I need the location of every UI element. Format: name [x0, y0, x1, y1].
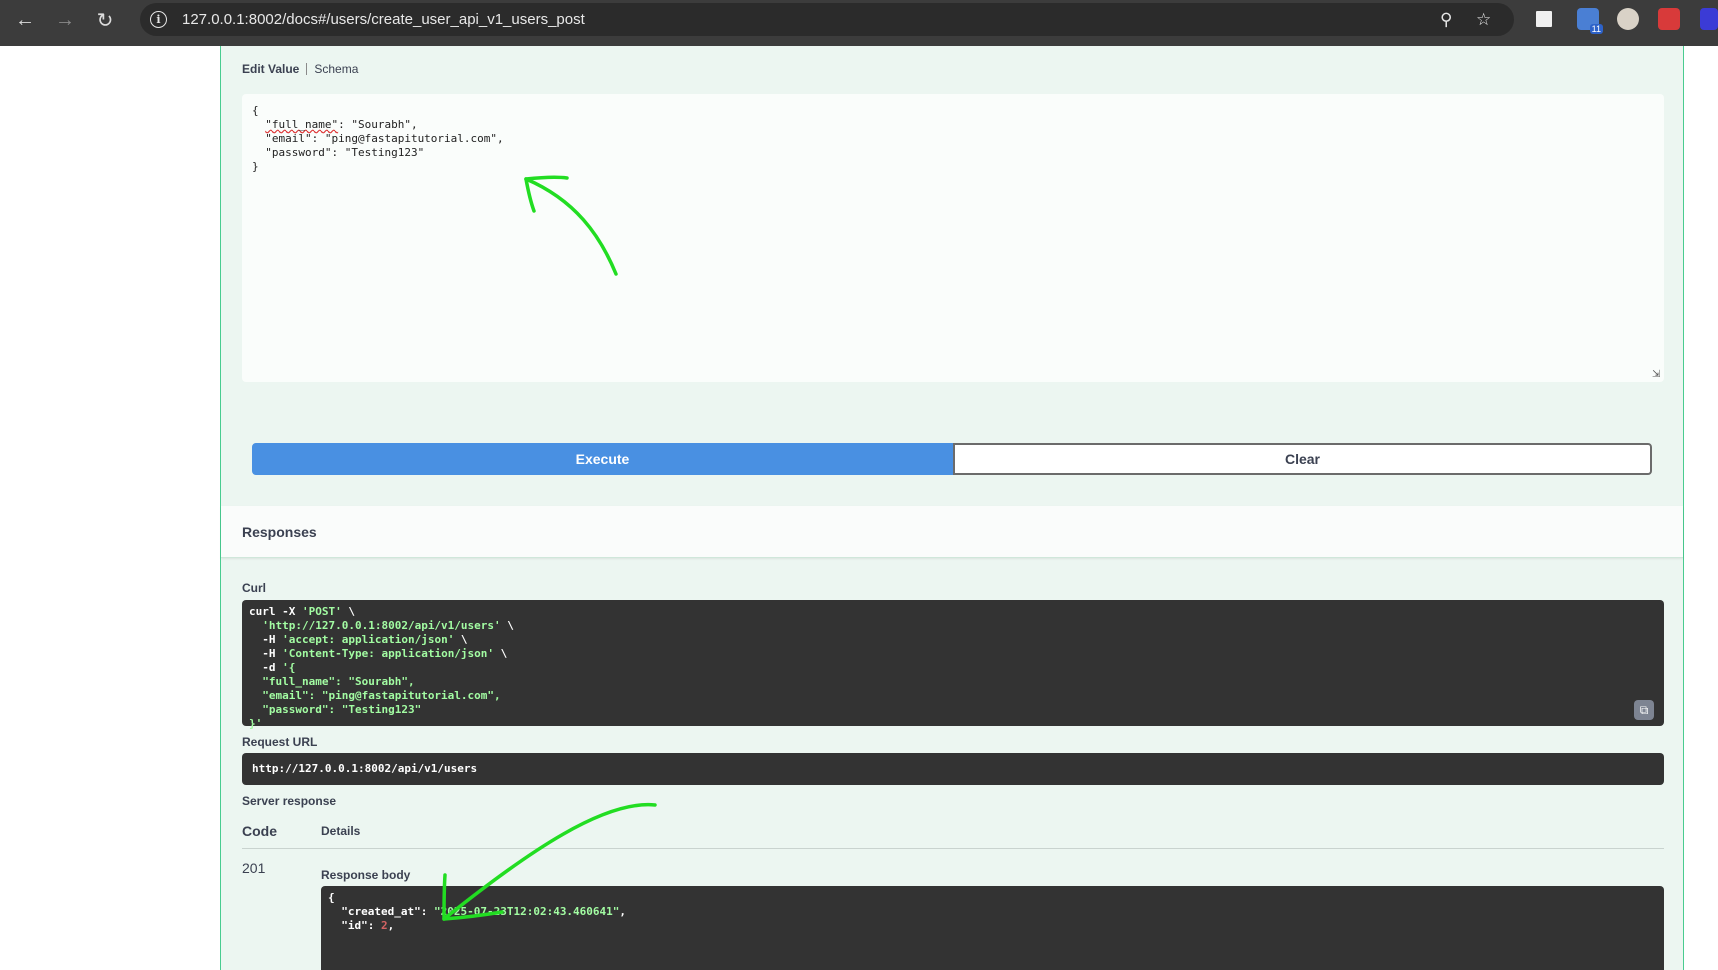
json-brace: {: [328, 891, 335, 904]
tab-divider: [306, 63, 308, 75]
curl-code-block[interactable]: curl -X 'POST' \ 'http://127.0.0.1:8002/…: [242, 600, 1664, 730]
blue-extension-icon[interactable]: [1700, 8, 1718, 30]
body-tabs: Edit Value Schema: [242, 62, 358, 76]
json-key-created-at: "created_at": [341, 905, 421, 918]
execute-button-row: Execute Clear: [252, 443, 1652, 475]
copy-to-clipboard-icon[interactable]: ⧉: [1634, 700, 1654, 720]
profile-extension-icon[interactable]: [1617, 8, 1639, 30]
response-body-json[interactable]: { "created_at": "2025-07-23T12:02:43.460…: [328, 891, 626, 933]
curl-label: Curl: [242, 581, 266, 595]
curl-url: 'http://127.0.0.1:8002/api/v1/users': [262, 619, 501, 632]
json-line: {: [252, 104, 259, 117]
curl-body-line: "email": "ping@fastapitutorial.com",: [262, 689, 501, 702]
extension-badge: 11: [1589, 24, 1603, 34]
red-extension-icon[interactable]: [1658, 8, 1680, 30]
tab-edit-value[interactable]: Edit Value: [242, 62, 299, 76]
status-code: 201: [242, 860, 266, 876]
column-header-code: Code: [242, 823, 277, 839]
request-body-textarea[interactable]: { "full_name": "Sourabh", "email": "ping…: [242, 94, 1664, 382]
response-body-label: Response body: [321, 868, 411, 882]
table-header-divider: [242, 848, 1664, 849]
calendar-extension-icon[interactable]: 11: [1577, 8, 1603, 34]
request-body-json[interactable]: { "full_name": "Sourabh", "email": "ping…: [252, 104, 504, 174]
curl-text: curl -X: [249, 605, 302, 618]
json-value-created-at: "2025-07-23T12:02:43.460641": [433, 905, 620, 918]
request-url-label: Request URL: [242, 735, 318, 749]
address-bar-url[interactable]: 127.0.0.1:8002/docs#/users/create_user_a…: [182, 11, 585, 28]
forward-arrow-icon[interactable]: →: [53, 8, 77, 32]
curl-method: 'POST': [301, 605, 342, 618]
reload-icon[interactable]: ↻: [93, 8, 117, 32]
json-line: "password": "Testing123": [252, 146, 425, 159]
request-url-block[interactable]: http://127.0.0.1:8002/api/v1/users: [242, 753, 1664, 785]
server-response-label: Server response: [242, 794, 337, 808]
resize-handle-icon[interactable]: ⇲: [1652, 370, 1662, 380]
request-url-value[interactable]: http://127.0.0.1:8002/api/v1/users: [252, 762, 477, 776]
responses-title: Responses: [242, 524, 317, 540]
json-value-id: 2: [381, 919, 388, 932]
curl-body-line: "password": "Testing123": [262, 703, 422, 716]
curl-header-content-type: 'Content-Type: application/json': [282, 647, 495, 660]
clear-button[interactable]: Clear: [953, 443, 1652, 475]
tab-schema[interactable]: Schema: [314, 62, 358, 76]
zoom-icon[interactable]: ⚲: [1440, 10, 1452, 30]
json-key-full-name: "full_name": [265, 118, 339, 131]
responses-header: Responses: [221, 506, 1683, 558]
curl-data-close: }': [249, 717, 263, 730]
json-line: }: [252, 160, 259, 173]
page: Edit Value Schema { "full_name": "Sourab…: [0, 46, 1718, 970]
json-key-id: "id": [341, 919, 368, 932]
qr-extension-icon[interactable]: [1533, 8, 1555, 30]
response-body-block[interactable]: { "created_at": "2025-07-23T12:02:43.460…: [321, 886, 1664, 970]
column-header-details: Details: [321, 824, 361, 838]
bookmark-star-icon[interactable]: ☆: [1476, 10, 1491, 30]
address-bar[interactable]: i 127.0.0.1:8002/docs#/users/create_user…: [140, 3, 1514, 36]
curl-command[interactable]: curl -X 'POST' \ 'http://127.0.0.1:8002/…: [249, 605, 514, 731]
curl-body-line: "full_name": "Sourabh",: [262, 675, 415, 688]
curl-text: \: [341, 605, 355, 618]
execute-button[interactable]: Execute: [252, 443, 953, 475]
browser-toolbar: ← → ↻ i 127.0.0.1:8002/docs#/users/creat…: [0, 0, 1718, 46]
curl-data-open: '{: [282, 661, 296, 674]
curl-header-accept: 'accept: application/json': [282, 633, 455, 646]
json-line: "email": "ping@fastapitutorial.com",: [252, 132, 504, 145]
site-info-icon[interactable]: i: [150, 11, 167, 28]
post-operation-block: Edit Value Schema { "full_name": "Sourab…: [220, 46, 1684, 970]
back-arrow-icon[interactable]: ←: [13, 8, 37, 32]
json-line: : "Sourabh",: [338, 118, 418, 131]
